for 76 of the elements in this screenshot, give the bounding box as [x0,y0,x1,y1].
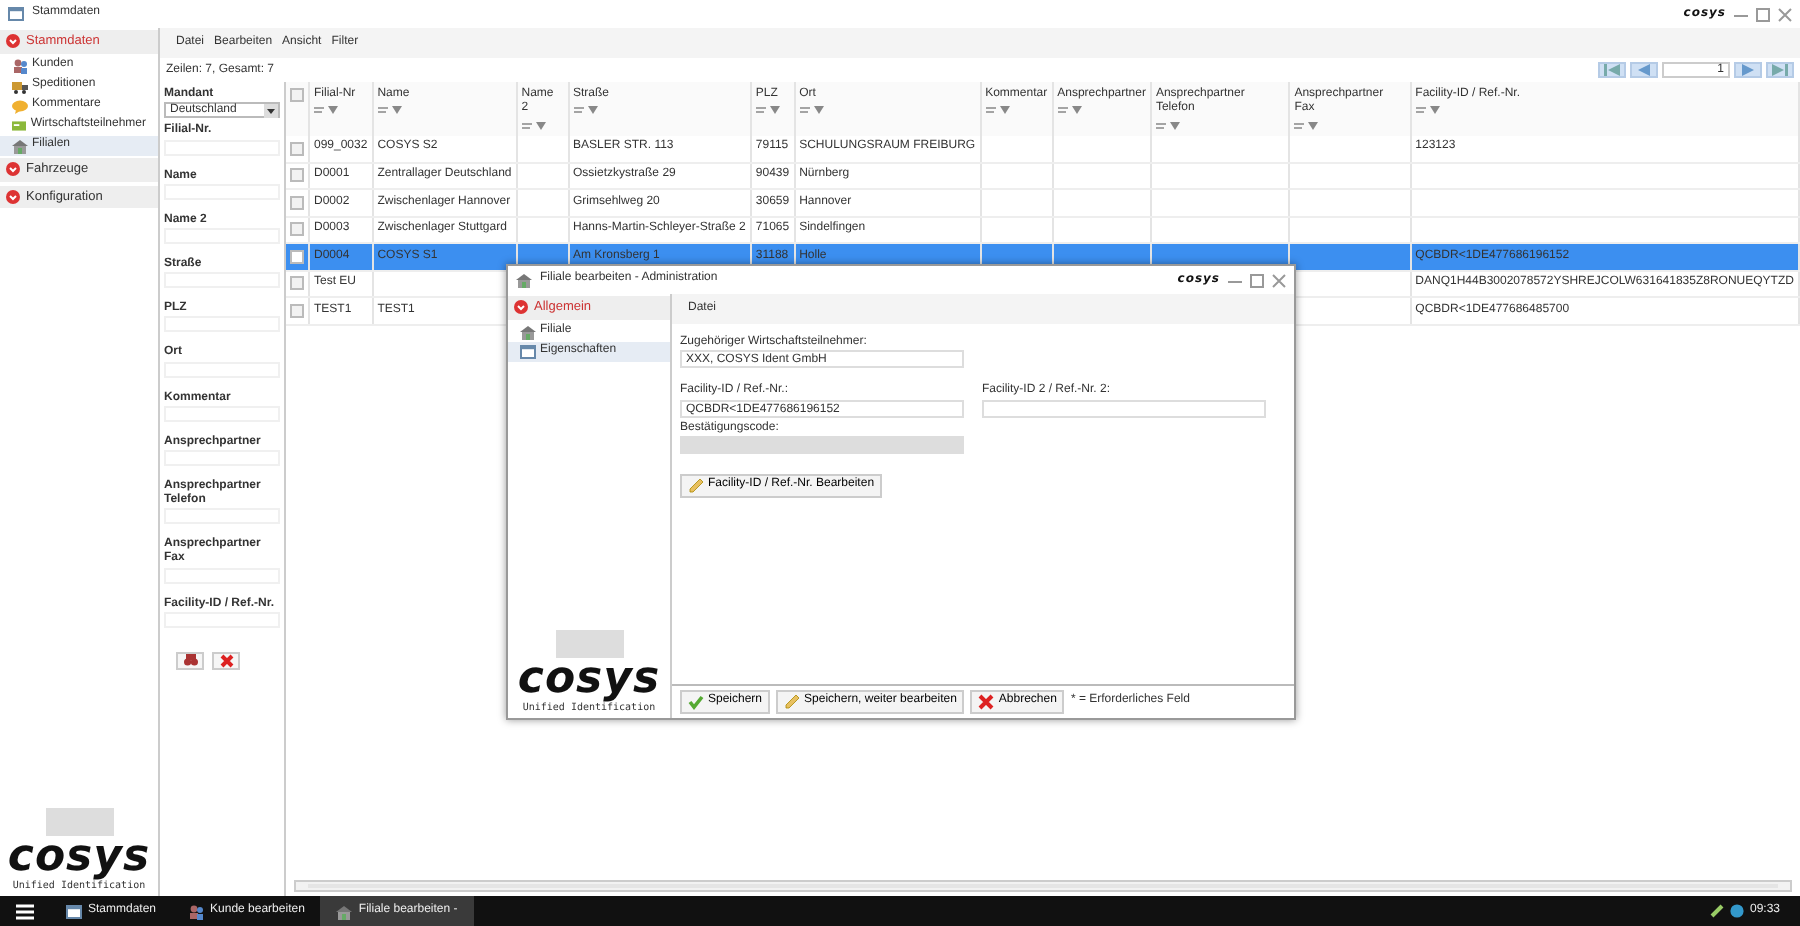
collapse-icon [6,162,20,177]
window-icon [66,903,82,919]
maximize-icon [1250,273,1264,287]
brand-logo: cosys [7,836,151,880]
filter-icon [535,121,546,130]
cross-icon [978,694,995,710]
input-field[interactable] [982,399,1266,418]
sort-icon [755,106,766,115]
check-icon [688,694,704,710]
row-checkbox[interactable] [290,249,304,264]
pen-icon [1709,904,1724,918]
sort-icon [1057,106,1068,115]
close-icon [1272,273,1286,287]
row-checkbox[interactable] [290,141,304,156]
people-icon [188,903,205,919]
maximize-icon [1756,7,1770,21]
row-checkbox[interactable] [290,168,304,183]
row-checkbox[interactable] [290,195,304,210]
sort-icon [573,106,584,115]
building-icon [12,137,28,154]
building-icon [520,323,536,340]
pencil-icon [784,694,801,710]
horizontal-scrollbar[interactable] [294,880,1792,892]
sort-icon [314,106,324,115]
filter-icon [1429,106,1440,115]
close-icon [1778,7,1792,21]
building-icon [516,272,532,288]
filter-icon [1071,106,1082,115]
sort-icon [1294,121,1305,130]
collapse-icon [6,34,20,49]
cross-icon [219,653,233,668]
search-button[interactable] [176,651,204,670]
row-checkbox[interactable] [290,222,304,237]
filter-icon [328,106,338,115]
sort-icon [799,106,810,115]
brand-logo: cosys [517,658,661,702]
filter-icon [769,106,780,115]
previous-page-button[interactable] [1630,62,1658,79]
sort-icon [521,121,532,130]
next-page-button[interactable] [1734,62,1762,79]
last-page-icon [1772,64,1788,77]
first-page-button[interactable] [1598,62,1626,79]
next-page-icon [1740,64,1756,77]
row-checkbox[interactable] [290,303,304,318]
collapse-icon [514,300,528,315]
filter-icon [391,106,402,115]
speech-bubble-icon [12,97,28,114]
filter-icon [587,106,598,115]
sort-icon [985,106,996,115]
card-icon [12,117,27,134]
globe-icon [1729,904,1744,918]
sort-icon [1415,106,1426,115]
sort-icon [377,106,388,115]
window-icon [8,6,24,22]
first-page-icon [1604,64,1620,77]
row-checkbox[interactable] [290,276,304,291]
logo-backdrop [45,808,113,836]
collapse-icon [6,189,20,204]
filter-icon [1308,121,1319,130]
filter-icon [1169,121,1180,130]
filter-icon [999,106,1010,115]
binoculars-icon [183,654,197,667]
people-icon [12,57,28,74]
dropdown-arrow-icon [264,103,278,118]
window-icon [520,343,536,360]
logo-backdrop [555,630,623,658]
building-icon [336,903,353,919]
pencil-icon [688,477,704,494]
menu-icon [16,903,34,919]
select-all-checkbox[interactable] [290,88,304,103]
sort-icon [1155,121,1166,130]
previous-page-icon [1636,64,1652,77]
clear-filter-button[interactable] [212,651,240,670]
last-page-button[interactable] [1766,62,1794,79]
filter-icon [813,106,824,115]
truck-icon [12,77,28,94]
